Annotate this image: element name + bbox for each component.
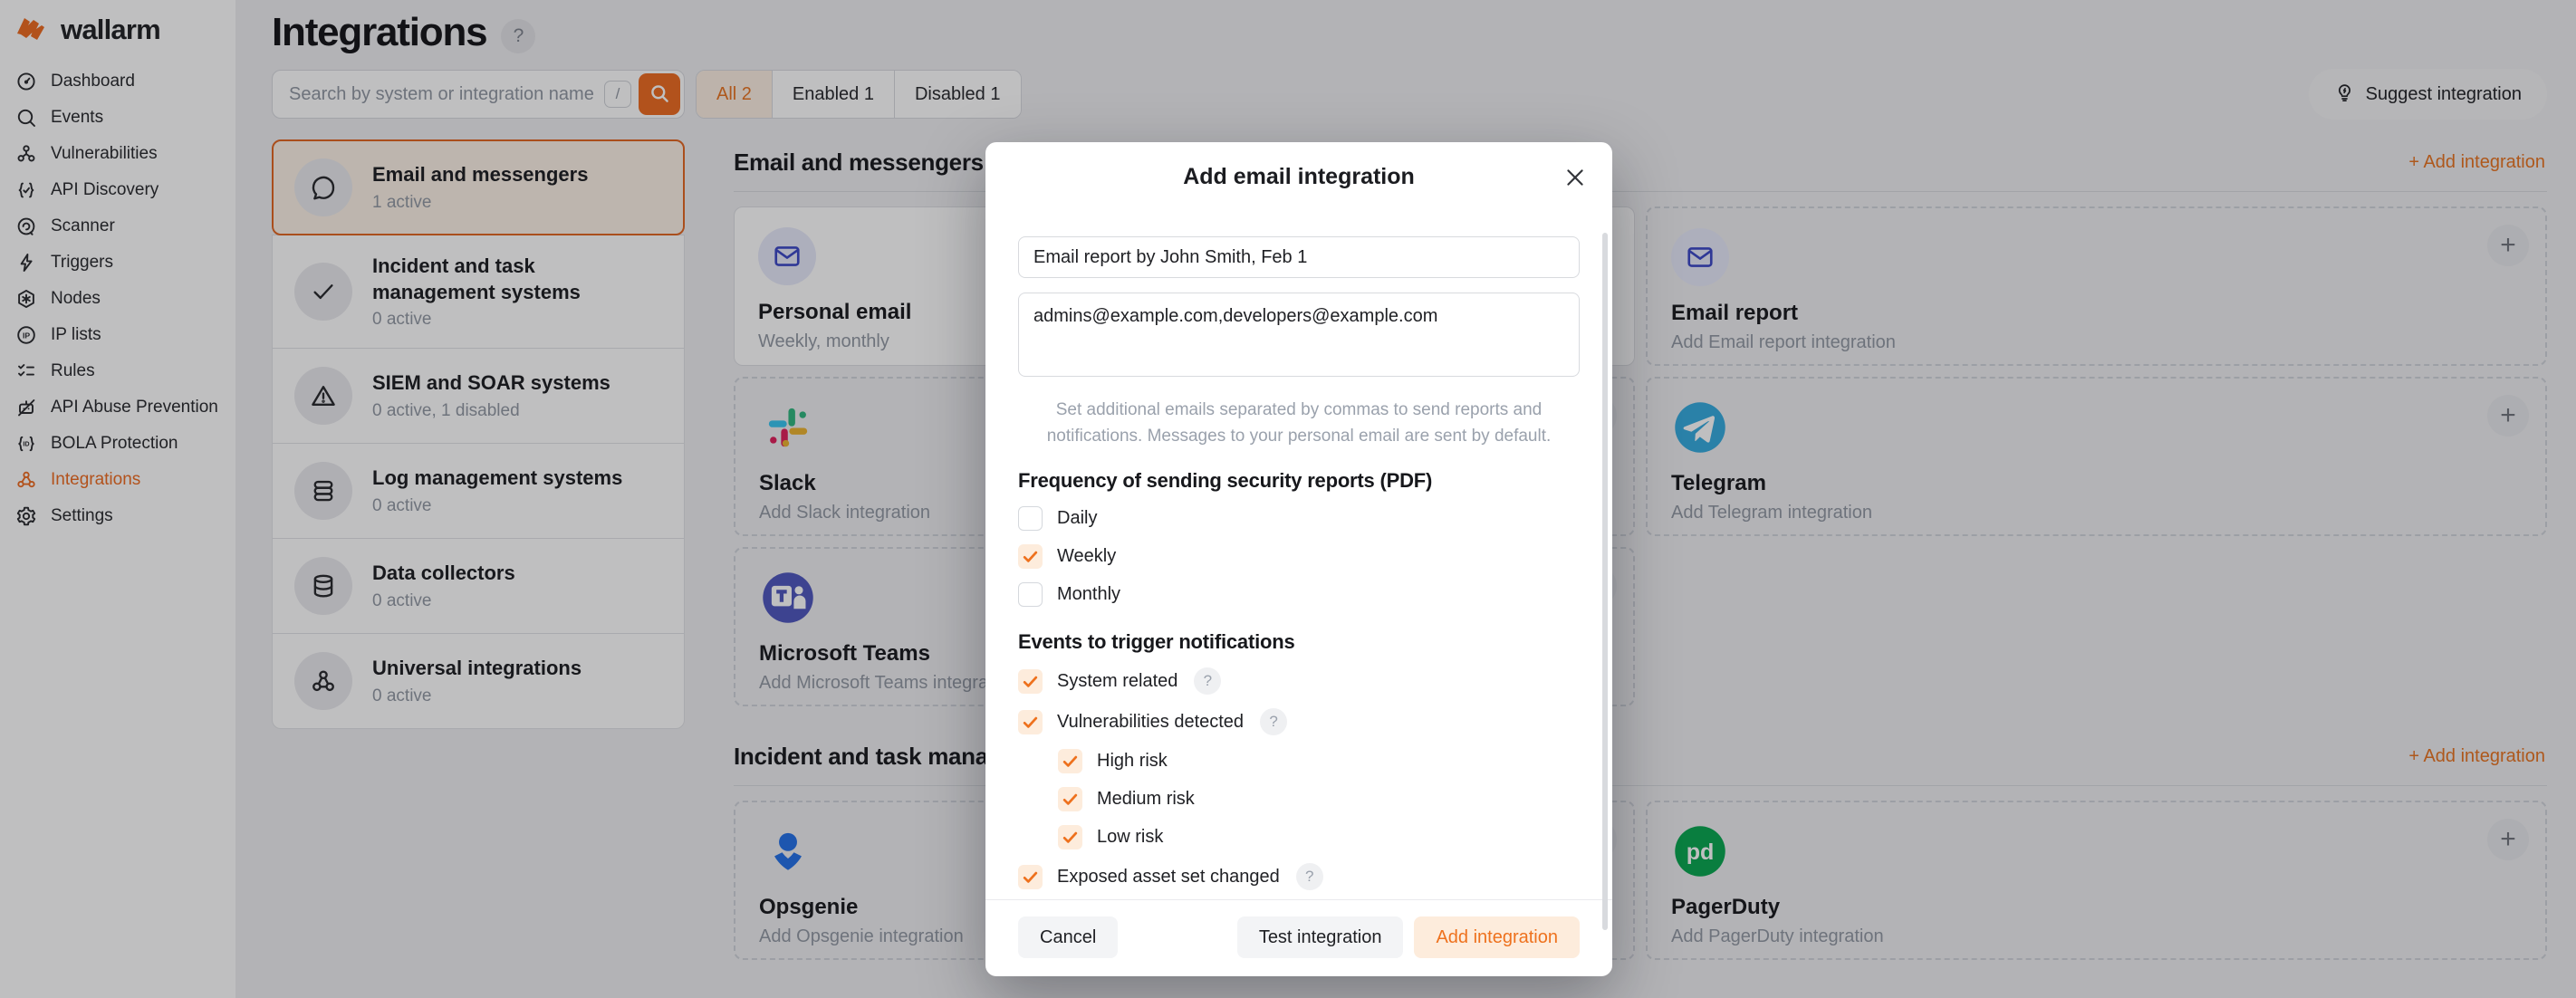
checkbox[interactable]	[1018, 544, 1043, 569]
checkbox-weekly[interactable]: Weekly	[1018, 544, 1580, 569]
check-icon	[1062, 791, 1079, 808]
checkbox-label: Vulnerabilities detected	[1057, 712, 1244, 733]
checkbox[interactable]	[1018, 582, 1043, 607]
modal-footer: Cancel Test integration Add integration	[985, 899, 1612, 976]
checkbox-system-related[interactable]: System related ?	[1018, 667, 1580, 695]
checkbox-high-risk[interactable]: High risk	[1058, 749, 1580, 773]
checkbox-label: High risk	[1097, 751, 1168, 772]
checkbox-label: Medium risk	[1097, 789, 1195, 810]
event-options: System related ? Vulnerabilities detecte…	[1018, 667, 1580, 890]
check-icon	[1022, 673, 1039, 690]
add-integration-button[interactable]: Add integration	[1414, 916, 1580, 958]
checkbox[interactable]	[1018, 710, 1043, 734]
modal-scrollbar[interactable]	[1602, 233, 1608, 930]
help-icon[interactable]: ?	[1296, 863, 1323, 890]
checkbox-label: Monthly	[1057, 584, 1120, 605]
modal-title: Add email integration	[985, 164, 1612, 190]
integration-name-input[interactable]	[1018, 236, 1580, 278]
frequency-options: Daily Weekly Monthly	[1018, 506, 1580, 607]
wallarm-app: wallarm Dashboard Events Vulnerabilities…	[0, 0, 2576, 998]
checkbox-monthly[interactable]: Monthly	[1018, 582, 1580, 607]
additional-emails-input[interactable]: admins@example.com,developers@example.co…	[1018, 293, 1580, 377]
close-icon[interactable]	[1562, 164, 1589, 191]
test-integration-button[interactable]: Test integration	[1237, 916, 1404, 958]
checkbox-label: System related	[1057, 671, 1177, 692]
checkbox-vulnerabilities-detected[interactable]: Vulnerabilities detected ?	[1018, 708, 1580, 735]
cancel-button[interactable]: Cancel	[1018, 916, 1118, 958]
checkbox[interactable]	[1018, 506, 1043, 531]
check-icon	[1022, 868, 1039, 886]
checkbox-low-risk[interactable]: Low risk	[1058, 825, 1580, 849]
checkbox-label: Daily	[1057, 508, 1097, 529]
checkbox[interactable]	[1058, 749, 1082, 773]
modal-header: Add email integration	[985, 142, 1612, 193]
checkbox[interactable]	[1018, 865, 1043, 889]
frequency-heading: Frequency of sending security reports (P…	[1018, 469, 1580, 493]
checkbox[interactable]	[1058, 787, 1082, 811]
events-heading: Events to trigger notifications	[1018, 630, 1580, 654]
checkbox-label: Exposed asset set changed	[1057, 867, 1280, 888]
checkbox-daily[interactable]: Daily	[1018, 506, 1580, 531]
checkbox-label: Weekly	[1057, 546, 1116, 567]
checkbox-medium-risk[interactable]: Medium risk	[1058, 787, 1580, 811]
checkbox[interactable]	[1018, 669, 1043, 694]
checkbox-exposed-asset-set-changed[interactable]: Exposed asset set changed ?	[1018, 863, 1580, 890]
add-email-integration-modal: Add email integration admins@example.com…	[985, 142, 1612, 976]
check-icon	[1022, 548, 1039, 565]
emails-helper-text: Set additional emails separated by comma…	[1022, 398, 1576, 449]
checkbox-label: Low risk	[1097, 827, 1163, 848]
help-icon[interactable]: ?	[1260, 708, 1287, 735]
check-icon	[1022, 714, 1039, 731]
help-icon[interactable]: ?	[1194, 667, 1221, 695]
check-icon	[1062, 829, 1079, 846]
modal-body: admins@example.com,developers@example.co…	[985, 193, 1612, 899]
check-icon	[1062, 753, 1079, 770]
checkbox[interactable]	[1058, 825, 1082, 849]
